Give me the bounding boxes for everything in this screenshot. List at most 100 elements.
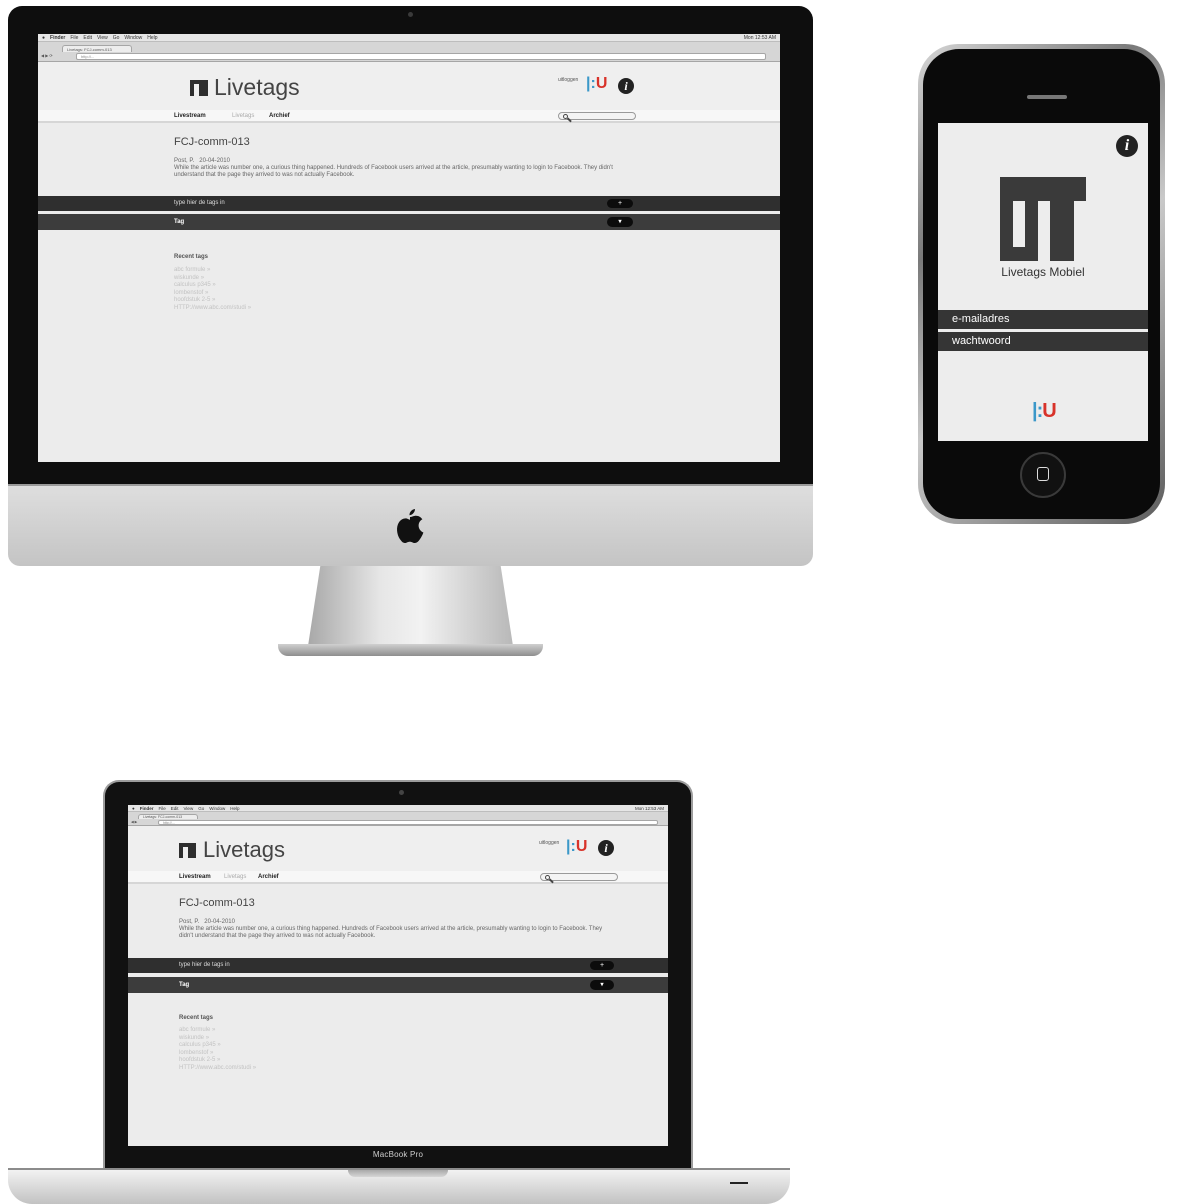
- back-icon[interactable]: ◀ ▶ ⟳: [41, 53, 53, 58]
- tag-input-placeholder[interactable]: type hier de tags in: [174, 200, 225, 206]
- menu-window[interactable]: Window: [124, 35, 142, 41]
- menu-clock: Mon 12:53 AM: [634, 805, 664, 811]
- tag-dropdown-button[interactable]: ▾: [590, 980, 614, 990]
- recent-tag-item[interactable]: hoofdstuk 2-5 »: [179, 1057, 256, 1065]
- search-input[interactable]: [540, 873, 618, 881]
- tag-bar[interactable]: Tag ▾: [38, 214, 780, 230]
- article-date: 20-04-2010: [204, 919, 235, 925]
- recent-tag-item[interactable]: wiskunde »: [179, 1035, 256, 1043]
- tag-bar-label: Tag: [179, 982, 190, 988]
- hu-logo-left: |:: [586, 75, 596, 92]
- article-author: Post, P.: [174, 158, 195, 164]
- apple-logo-icon: [397, 509, 424, 543]
- livetags-logo-icon: [190, 80, 208, 96]
- menu-file[interactable]: File: [158, 806, 165, 811]
- recent-tag-item[interactable]: hoofdstuk 2-5 »: [174, 297, 251, 305]
- tag-bar[interactable]: Tag ▾: [128, 977, 668, 993]
- add-tag-button[interactable]: +: [607, 199, 633, 208]
- site-header: Livetags uitloggen |: U i: [128, 826, 668, 876]
- nav-livetags[interactable]: Livetags: [224, 874, 246, 880]
- apple-menu-icon[interactable]: ●: [132, 806, 135, 811]
- brand-title[interactable]: Livetags: [203, 837, 285, 863]
- search-icon: [545, 875, 550, 880]
- menu-view[interactable]: View: [97, 35, 108, 41]
- livetags-logo-icon: [179, 843, 196, 858]
- menu-go[interactable]: Go: [113, 35, 120, 41]
- livetags-logo-icon: [1000, 177, 1086, 261]
- os-menubar: ● Finder File Edit View Go Window Help M…: [38, 34, 780, 42]
- recent-tag-item[interactable]: HTTP://www.abc.com/studi »: [174, 305, 251, 313]
- recent-tag-item[interactable]: calculus p345 »: [174, 282, 251, 290]
- hu-logo: |: U: [586, 75, 607, 93]
- nav-livetags[interactable]: Livetags: [232, 113, 254, 119]
- browser-tab[interactable]: Livetags: FCJ-comm-013: [62, 45, 132, 52]
- search-icon: [563, 114, 568, 119]
- password-field[interactable]: wachtwoord: [938, 332, 1148, 351]
- recent-tag-item[interactable]: calculus p345 »: [179, 1042, 256, 1050]
- nav-archief[interactable]: Archief: [258, 874, 279, 880]
- nav-livestream[interactable]: Livestream: [174, 113, 206, 119]
- address-bar[interactable]: http://...: [158, 820, 658, 825]
- home-button[interactable]: [1020, 452, 1066, 498]
- recent-tag-item[interactable]: lombenstof »: [179, 1050, 256, 1058]
- camera-icon: [399, 790, 404, 795]
- browser-chrome: Livetags: FCJ-comm-013 ◀ ▶ http://...: [128, 812, 668, 826]
- menu-view[interactable]: View: [184, 806, 194, 811]
- apple-menu-icon[interactable]: ●: [42, 35, 45, 41]
- tag-input-bar[interactable]: type hier de tags in +: [128, 958, 668, 973]
- imac-chin: [8, 484, 813, 566]
- email-field[interactable]: e-mailadres: [938, 310, 1148, 329]
- os-menubar: ● Finder File Edit View Go Window Help M…: [128, 805, 668, 812]
- nav-archief[interactable]: Archief: [269, 113, 290, 119]
- menu-edit[interactable]: Edit: [171, 806, 179, 811]
- menu-help[interactable]: Help: [147, 35, 157, 41]
- hu-logo: |: U: [1032, 400, 1057, 423]
- logout-link[interactable]: uitloggen: [558, 77, 578, 83]
- camera-icon: [408, 12, 413, 17]
- add-tag-button[interactable]: +: [590, 961, 614, 970]
- recent-tags-heading: Recent tags: [174, 254, 209, 260]
- recent-tag-item[interactable]: abc formule »: [179, 1027, 256, 1035]
- tag-dropdown-button[interactable]: ▾: [607, 217, 633, 227]
- recent-tag-item[interactable]: abc formule »: [174, 267, 251, 275]
- speaker-grille: [1027, 95, 1067, 99]
- tag-input-bar[interactable]: type hier de tags in +: [38, 196, 780, 211]
- mobile-app-name: Livetags Mobiel: [1001, 265, 1085, 279]
- info-icon[interactable]: i: [618, 78, 634, 94]
- info-icon[interactable]: i: [598, 840, 614, 856]
- menu-file[interactable]: File: [70, 35, 78, 41]
- browser-tab[interactable]: Livetags: FCJ-comm-013: [138, 814, 198, 819]
- brand-title[interactable]: Livetags: [214, 74, 300, 101]
- tag-input-placeholder[interactable]: type hier de tags in: [179, 962, 230, 968]
- menu-go[interactable]: Go: [198, 806, 204, 811]
- recent-tag-item[interactable]: lombenstof »: [174, 290, 251, 298]
- menu-help[interactable]: Help: [230, 806, 239, 811]
- menu-app-name[interactable]: Finder: [50, 35, 65, 41]
- menu-app-name[interactable]: Finder: [140, 806, 154, 811]
- address-bar[interactable]: http://...: [76, 53, 766, 60]
- recent-tags-list: abc formule » wiskunde » calculus p345 »…: [174, 267, 251, 312]
- hu-logo-right: U: [575, 838, 588, 855]
- livetags-web-app: ● Finder File Edit View Go Window Help M…: [128, 805, 668, 1146]
- site-nav: Livestream Livetags Archief: [128, 871, 668, 884]
- back-icon[interactable]: ◀ ▶: [131, 820, 137, 824]
- recent-tag-item[interactable]: HTTP://www.abc.com/studi »: [179, 1065, 256, 1073]
- menu-clock: Mon 12:53 AM: [743, 34, 776, 41]
- logout-link[interactable]: uitloggen: [539, 840, 559, 846]
- menu-window[interactable]: Window: [209, 806, 225, 811]
- search-input[interactable]: [558, 112, 636, 120]
- article-title: FCJ-comm-013: [174, 136, 250, 148]
- recent-tags-heading: Recent tags: [179, 1015, 214, 1021]
- article-author: Post, P.: [179, 919, 200, 925]
- site-nav: Livestream Livetags Archief: [38, 110, 780, 123]
- info-icon[interactable]: i: [1116, 135, 1138, 157]
- tag-bar-label: Tag: [174, 219, 185, 225]
- menu-edit[interactable]: Edit: [83, 35, 92, 41]
- home-square-icon: [1037, 467, 1049, 481]
- recent-tag-item[interactable]: wiskunde »: [174, 275, 251, 283]
- article-body: While the article was number one, a curi…: [174, 165, 613, 178]
- nav-livestream[interactable]: Livestream: [179, 874, 211, 880]
- hu-logo-left: |:: [1032, 400, 1043, 422]
- iphone-screen: i Livetags Mobiel e-mailadres wachtwoord…: [938, 123, 1148, 441]
- hu-logo: |: U: [566, 838, 587, 856]
